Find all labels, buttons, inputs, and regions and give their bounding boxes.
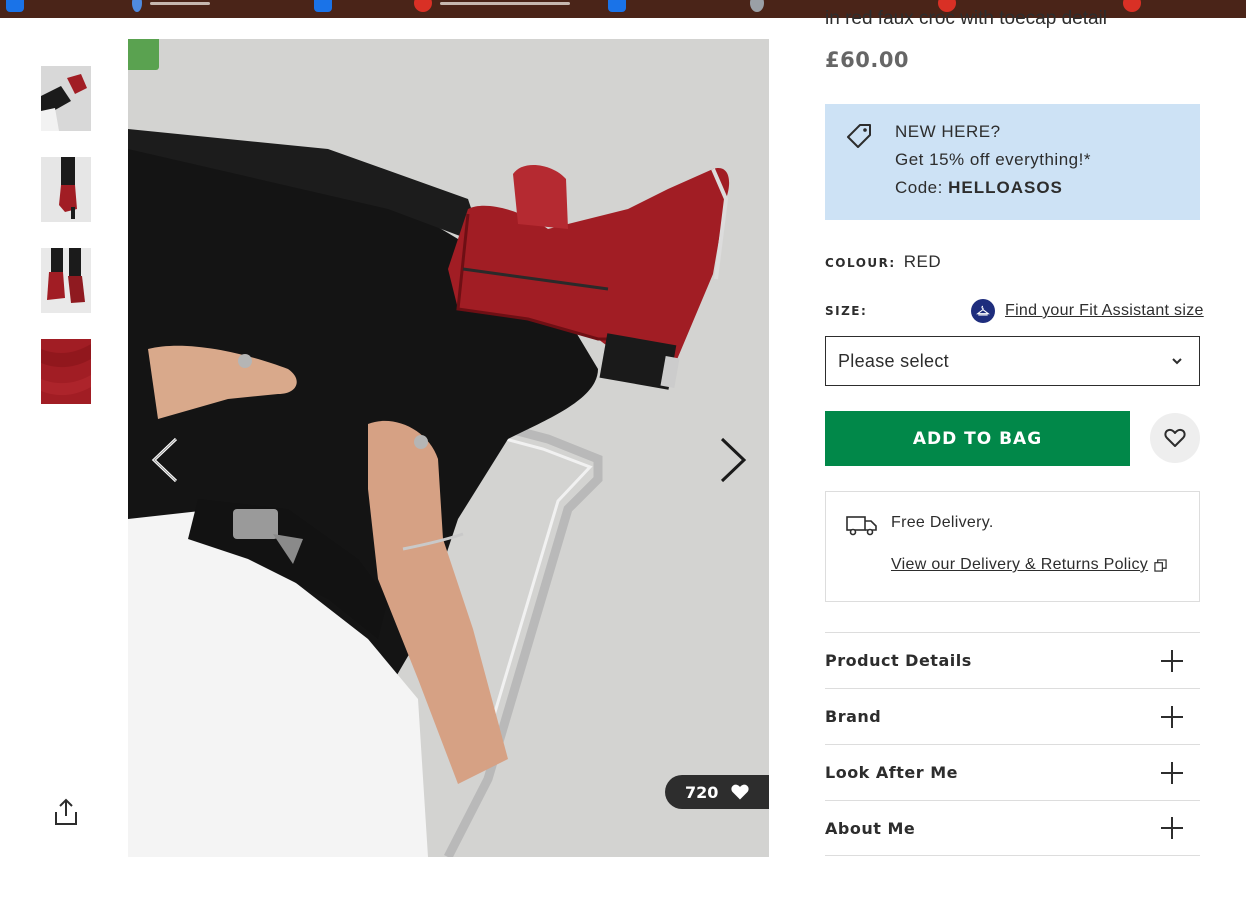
accordion-label: Brand <box>825 707 882 726</box>
size-label: SIZE: <box>825 304 868 318</box>
delivery-text: Free Delivery. <box>891 514 994 531</box>
thumbnail-1[interactable] <box>41 66 91 131</box>
gallery-next-button[interactable] <box>718 437 748 483</box>
thumbnail-image <box>41 339 91 404</box>
bookmark-icon[interactable] <box>132 0 142 12</box>
thumbnail-2[interactable] <box>41 157 91 222</box>
accordion-label: About Me <box>825 818 916 838</box>
product-title: in red faux croc with toecap detail <box>825 8 1107 29</box>
bookmark-icon[interactable] <box>750 0 764 12</box>
new-customer-promo: NEW HERE? Get 15% off everything!* Code:… <box>825 104 1200 220</box>
product-price: £60.00 <box>825 48 910 72</box>
thumbnail-list <box>41 66 91 430</box>
saves-count: 720 <box>685 782 719 802</box>
bookmark-label[interactable] <box>440 2 570 5</box>
bookmark-icon[interactable] <box>414 0 432 12</box>
accordion-label: Look After Me <box>825 763 958 782</box>
promo-code: HELLOASOS <box>948 178 1063 197</box>
plus-icon <box>1161 705 1183 728</box>
save-for-later-button[interactable] <box>1150 413 1200 463</box>
plus-icon <box>1161 649 1183 672</box>
heart-filled-icon <box>731 784 750 800</box>
fit-assistant-label: Find your Fit Assistant size <box>1005 302 1204 319</box>
thumbnail-image <box>41 157 91 222</box>
accordion-brand[interactable]: Brand <box>825 688 1200 744</box>
chevron-right-icon <box>720 437 747 483</box>
add-to-bag-button[interactable]: ADD TO BAG <box>825 411 1130 466</box>
external-link-icon <box>1154 558 1167 572</box>
bookmark-label[interactable] <box>150 2 210 5</box>
chevron-left-icon <box>151 437 178 483</box>
promo-badge <box>128 39 159 70</box>
accordion-label: Product Details <box>825 651 972 670</box>
bookmark-icon[interactable] <box>6 0 24 12</box>
bookmark-icon[interactable] <box>608 0 626 12</box>
gallery-prev-button[interactable] <box>150 437 180 483</box>
hanger-icon <box>971 299 995 323</box>
promo-text: NEW HERE? Get 15% off everything!* Code:… <box>895 118 1091 202</box>
fit-assistant-link[interactable]: Find your Fit Assistant size <box>971 299 1204 323</box>
colour-label: COLOUR: <box>825 256 896 270</box>
heart-outline-icon <box>1164 428 1186 447</box>
promo-heading: NEW HERE? <box>895 122 1001 141</box>
delivery-policy-link[interactable]: View our Delivery & Returns Policy <box>891 556 1167 574</box>
colour-row: COLOUR: RED <box>825 252 941 272</box>
thumbnail-image <box>41 66 91 131</box>
product-info-accordion: Product Details Brand Look After Me Abou… <box>825 632 1200 856</box>
share-icon <box>55 798 77 825</box>
size-select[interactable]: Please select <box>825 336 1200 386</box>
accordion-look-after-me[interactable]: Look After Me <box>825 744 1200 800</box>
price-tag-icon <box>847 124 871 148</box>
bookmark-icon[interactable] <box>314 0 332 12</box>
product-image <box>128 39 769 857</box>
colour-value: RED <box>903 252 942 271</box>
size-select-value: Please select <box>838 350 949 371</box>
truck-icon <box>846 516 877 536</box>
accordion-about-me[interactable]: About Me <box>825 800 1200 856</box>
thumbnail-4[interactable] <box>41 339 91 404</box>
delivery-info: Free Delivery. View our Delivery & Retur… <box>825 491 1200 602</box>
share-button[interactable] <box>50 796 82 828</box>
thumbnail-3[interactable] <box>41 248 91 313</box>
accordion-product-details[interactable]: Product Details <box>825 632 1200 688</box>
chevron-down-icon <box>1172 358 1182 365</box>
promo-code-line: Code: HELLOASOS <box>895 174 1091 202</box>
plus-icon <box>1161 761 1183 784</box>
product-gallery: 720 <box>128 39 769 857</box>
saves-counter[interactable]: 720 <box>665 775 769 809</box>
promo-offer: Get 15% off everything!* <box>895 150 1091 169</box>
delivery-policy-label: View our Delivery & Returns Policy <box>891 556 1149 573</box>
plus-icon <box>1161 817 1183 839</box>
thumbnail-image <box>41 248 91 313</box>
promo-code-label: Code: <box>895 178 943 197</box>
